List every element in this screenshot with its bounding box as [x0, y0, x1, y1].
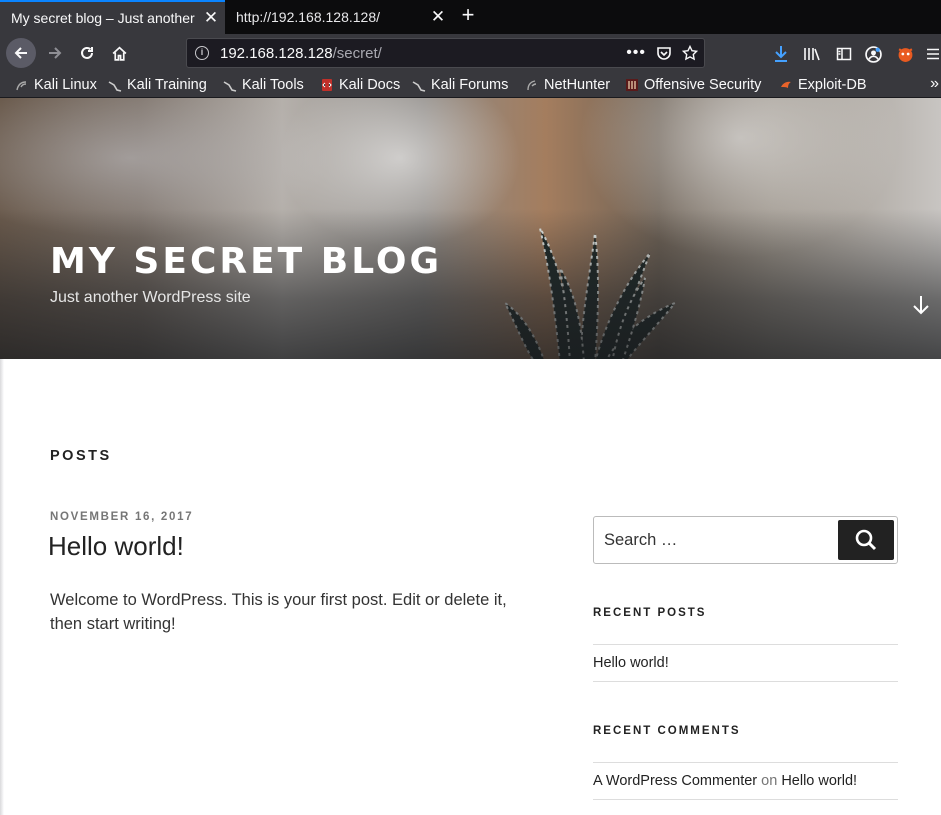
back-button[interactable]	[6, 38, 36, 68]
kali-docs-icon	[322, 79, 332, 91]
bookmark-label: Kali Tools	[242, 77, 304, 93]
extension-icon[interactable]	[895, 44, 915, 64]
search-button[interactable]	[838, 520, 894, 560]
downloads-icon[interactable]	[771, 44, 791, 64]
post-excerpt: Welcome to WordPress. This is your first…	[50, 591, 507, 633]
bookmark-kali-forums[interactable]: Kali Forums	[412, 76, 508, 94]
bookmark-label: Kali Forums	[431, 77, 509, 93]
page-edge	[0, 359, 4, 815]
navigation-toolbar: i 192.168.128.128/secret/ •••	[0, 34, 941, 72]
new-tab-button[interactable]: +	[456, 4, 480, 28]
recent-posts-title: RECENT POSTS	[593, 607, 707, 619]
arrow-right-icon	[49, 47, 62, 59]
kali-training-icon	[108, 81, 122, 92]
bookmark-label: Kali Training	[127, 77, 207, 93]
account-icon[interactable]	[863, 44, 883, 64]
header-overlay	[0, 209, 941, 359]
nethunter-icon	[527, 80, 537, 91]
search-form: Search …	[593, 516, 898, 564]
exploit-db-icon	[781, 81, 791, 88]
bookmark-label: Exploit-DB	[798, 77, 867, 93]
divider	[593, 799, 898, 800]
reload-button[interactable]	[72, 38, 102, 68]
pocket-icon[interactable]	[656, 45, 672, 61]
kali-forums-icon	[412, 81, 426, 92]
forward-button[interactable]	[40, 38, 70, 68]
arrow-left-icon	[14, 47, 27, 59]
offensive-security-icon	[626, 79, 638, 91]
comment-post-link[interactable]: Hello world!	[781, 773, 857, 789]
recent-comments-title: RECENT COMMENTS	[593, 725, 741, 737]
site-tagline: Just another WordPress site	[50, 289, 251, 306]
url-text: 192.168.128.128/secret/	[220, 45, 382, 62]
divider	[593, 681, 898, 682]
site-info-icon[interactable]: i	[195, 46, 209, 60]
home-button[interactable]	[104, 38, 134, 68]
address-bar[interactable]: i 192.168.128.128/secret/ •••	[186, 38, 705, 68]
site-header-image: MY SECRET BLOG Just another WordPress si…	[0, 98, 941, 359]
tab-title: My secret blog – Just another WordPress …	[11, 10, 197, 26]
bookmark-label: Offensive Security	[644, 77, 762, 93]
bookmark-star-icon[interactable]	[682, 45, 698, 61]
recent-comment-item: A WordPress Commenter on Hello world!	[593, 773, 857, 789]
kali-dragon-icon	[16, 81, 27, 91]
search-icon	[855, 529, 877, 551]
page-actions-icon[interactable]: •••	[626, 44, 646, 62]
bookmark-nethunter[interactable]: NetHunter	[525, 76, 610, 94]
menu-icon[interactable]	[923, 44, 941, 64]
recent-post-link[interactable]: Hello world!	[593, 655, 669, 671]
tab-strip: My secret blog – Just another WordPress …	[0, 0, 941, 34]
divider	[593, 644, 898, 645]
library-icon[interactable]	[802, 44, 822, 64]
bookmark-offensive-security[interactable]: Offensive Security	[625, 76, 761, 94]
reload-icon	[81, 46, 93, 59]
tab-my-secret-blog[interactable]: My secret blog – Just another WordPress …	[0, 0, 225, 34]
bookmarks-overflow-icon[interactable]: »	[930, 75, 939, 93]
sidebar-icon[interactable]	[834, 44, 854, 64]
post-date[interactable]: NOVEMBER 16, 2017	[50, 511, 193, 523]
bookmarks-toolbar: Kali Linux Kali Training Kali Tools Kali…	[0, 72, 941, 98]
bookmark-exploit-db[interactable]: Exploit-DB	[779, 76, 867, 94]
url-host: 192.168.128.128	[220, 44, 333, 62]
arrow-down-icon[interactable]	[910, 294, 932, 316]
post-title[interactable]: Hello world!	[48, 531, 184, 562]
comment-author-link[interactable]: A WordPress Commenter	[593, 773, 757, 789]
bookmark-kali-tools[interactable]: Kali Tools	[223, 76, 304, 94]
kali-tools-icon	[223, 81, 237, 92]
tab-title: http://192.168.128.128/	[236, 9, 381, 25]
page-heading: POSTS	[50, 448, 112, 464]
close-tab-icon[interactable]: ✕	[424, 7, 452, 27]
comment-on-text: on	[761, 773, 778, 789]
close-tab-icon[interactable]: ✕	[197, 8, 225, 28]
bookmark-kali-docs[interactable]: Kali Docs	[320, 76, 400, 94]
bookmark-label: Kali Docs	[339, 77, 401, 93]
divider	[593, 762, 898, 763]
home-icon	[112, 46, 126, 61]
site-title[interactable]: MY SECRET BLOG	[50, 241, 442, 282]
url-path: /secret/	[332, 44, 382, 62]
bookmark-kali-training[interactable]: Kali Training	[108, 76, 207, 94]
bookmark-label: NetHunter	[544, 77, 611, 93]
search-input[interactable]: Search …	[604, 531, 677, 550]
tab-ip-address[interactable]: http://192.168.128.128/ ✕	[226, 0, 452, 34]
bookmark-label: Kali Linux	[34, 77, 97, 93]
bookmark-kali-linux[interactable]: Kali Linux	[15, 76, 97, 94]
